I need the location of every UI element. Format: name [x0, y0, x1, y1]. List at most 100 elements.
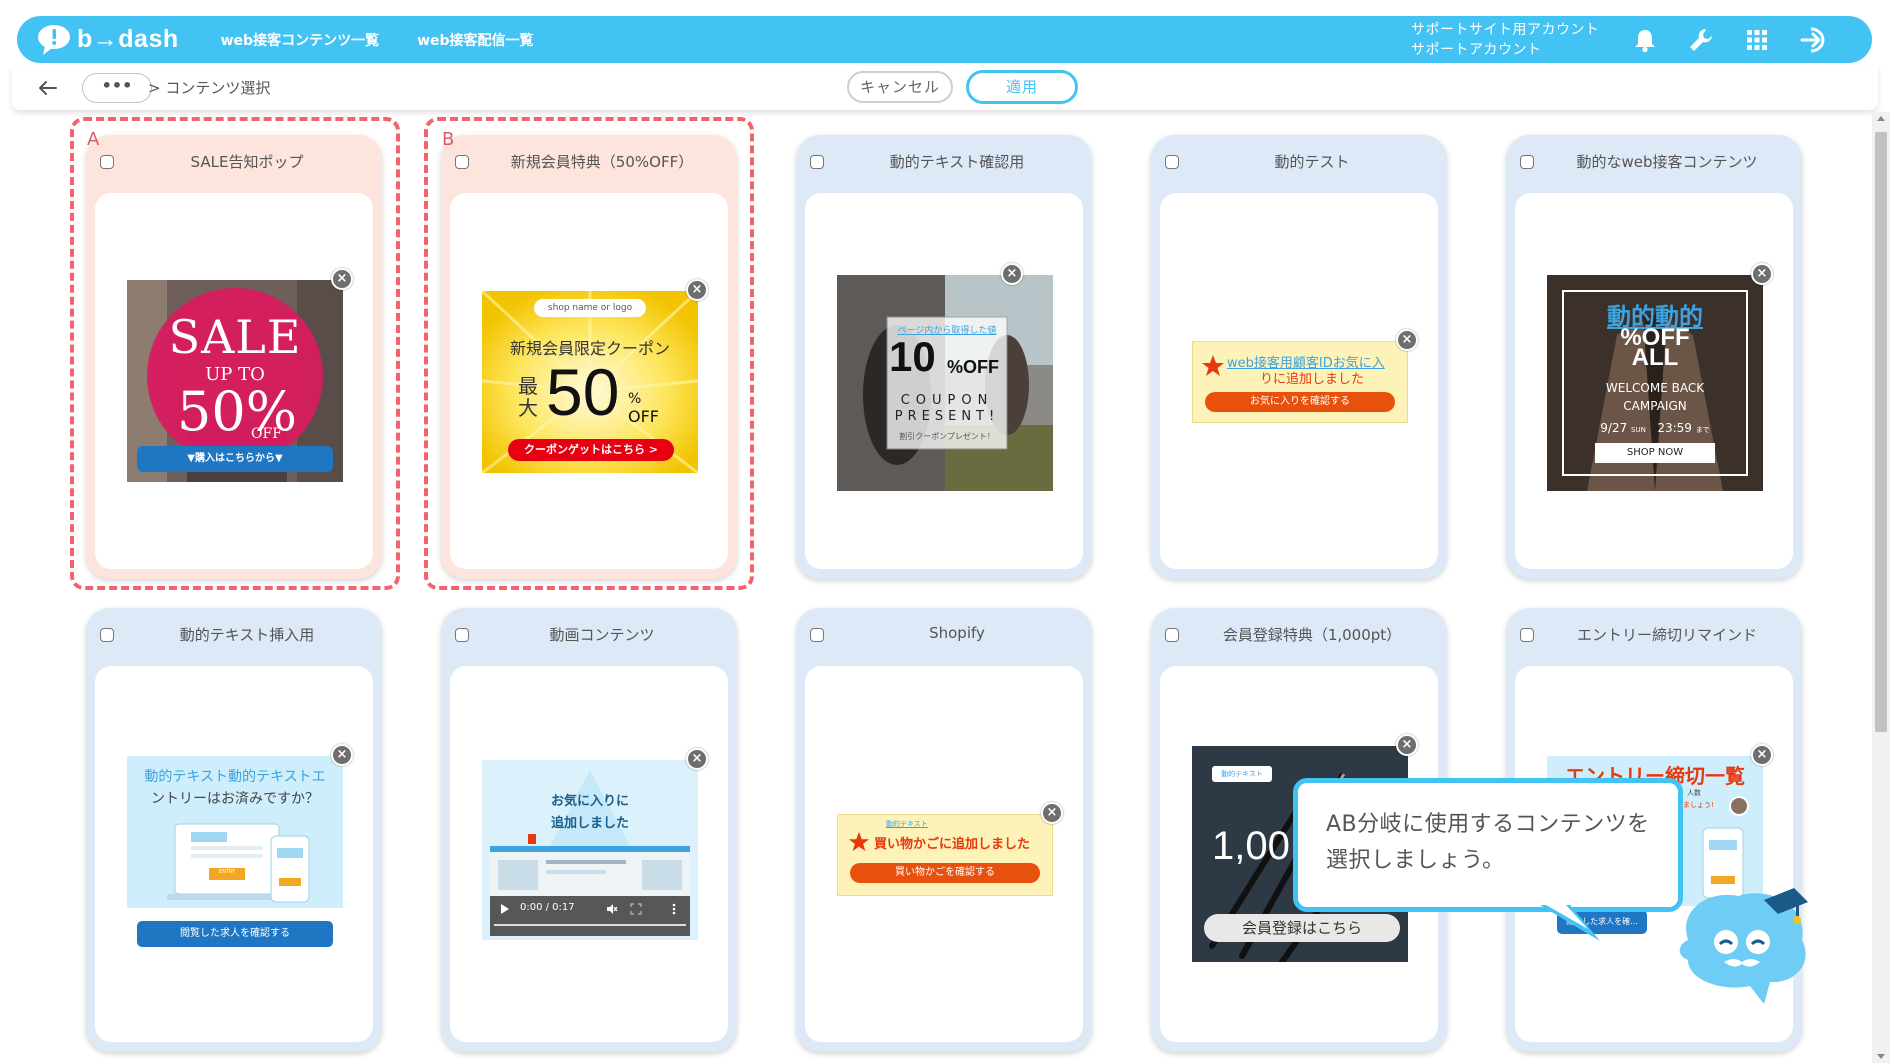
card-title: 動的テキスト挿入用: [179, 626, 315, 644]
entry-screen-button: ENTRY: [218, 869, 236, 875]
favorites-button[interactable]: お気に入りを確認する: [1205, 392, 1395, 412]
dyn-note: 割引クーポンプレゼント！: [899, 432, 995, 441]
breadcrumb-more-button[interactable]: •••: [82, 73, 152, 103]
close-icon[interactable]: ×: [1396, 329, 1418, 351]
card-preview: 動的動的 %OFF ALL WELCOME BACK CAMPAIGN 9/27…: [1515, 193, 1793, 569]
card-checkbox[interactable]: [810, 155, 824, 169]
close-icon[interactable]: ×: [1396, 734, 1418, 756]
avatar: [1729, 796, 1749, 816]
content-card-insert[interactable]: 動的テキスト挿入用 動的テキスト動的テキストエ ントリーはお済みですか？ ENT…: [86, 608, 382, 1052]
card-title: 動画コンテンツ: [549, 626, 655, 644]
card-title: 動的テキスト確認用: [889, 153, 1025, 171]
card-title: エントリー締切リマインド: [1576, 626, 1757, 644]
close-icon[interactable]: ×: [1751, 263, 1773, 285]
ab-label-a: A: [87, 129, 100, 150]
back-arrow-icon[interactable]: [36, 78, 58, 98]
view-cart-button[interactable]: 買い物かごを確認する: [850, 863, 1040, 883]
viewed-jobs-button[interactable]: 閲覧した求人を確認する: [137, 921, 333, 947]
close-icon[interactable]: ×: [331, 744, 353, 766]
wrench-icon[interactable]: [1687, 26, 1715, 54]
scrollbar-thumb[interactable]: [1875, 132, 1887, 732]
breadcrumb: > コンテンツ選択: [148, 79, 271, 97]
apply-button[interactable]: 適用: [966, 70, 1078, 104]
close-icon[interactable]: ×: [1751, 744, 1773, 766]
logout-icon[interactable]: [1799, 25, 1831, 55]
entry-pill: ましょう!: [1683, 801, 1714, 809]
card-checkbox[interactable]: [1165, 628, 1179, 642]
insert-line2: ントリーはお済みですか？: [151, 791, 319, 807]
dyn-number: 10: [889, 333, 936, 380]
video-line2: 追加しました: [550, 816, 629, 831]
close-icon[interactable]: ×: [1001, 263, 1023, 285]
card-title: 動的テスト: [1274, 153, 1350, 171]
grid-icon[interactable]: [1743, 26, 1771, 54]
tooltip-line2: 選択しましょう。: [1326, 848, 1505, 873]
video-banner: お気に入りに 追加しました 0:00 / 0:17: [482, 760, 698, 940]
nav-contents-list[interactable]: web接客コンテンツ一覧: [221, 30, 379, 50]
card-preview: 動的テキスト 買い物かごに追加しました 買い物かごを確認する ×: [805, 666, 1083, 1042]
close-icon[interactable]: ×: [686, 748, 708, 770]
dyn-web-campaign: CAMPAIGN: [1623, 399, 1687, 413]
top-navbar: b→dash web接客コンテンツ一覧 web接客配信一覧 サポートサイト用アカ…: [17, 16, 1872, 63]
scrollbar[interactable]: [1872, 112, 1890, 1063]
entry-sub: 人数: [1687, 789, 1701, 797]
dyn-web-all: ALL: [1631, 344, 1679, 371]
card-checkbox[interactable]: [810, 628, 824, 642]
mascot-icon: [1679, 888, 1808, 1004]
scroll-up-icon[interactable]: [1877, 116, 1885, 121]
shopify-small-text: 動的テキスト: [886, 820, 928, 828]
content-card-dyn-text[interactable]: 動的テキスト確認用 ページ内から取得した値 10 %OFF COUPON PRE…: [796, 135, 1092, 579]
dyn-pct-off: %OFF: [947, 357, 999, 377]
card-checkbox[interactable]: [1520, 155, 1534, 169]
video-time: 0:00 / 0:17: [520, 902, 575, 913]
content-card-shopify[interactable]: Shopify 動的テキスト 買い物かごに追加しました 買い物かごを確認する ×: [796, 608, 1092, 1052]
account-info[interactable]: サポートサイト用アカウント サポートアカウント: [1411, 20, 1600, 60]
card-checkbox[interactable]: [455, 628, 469, 642]
ab-label-b: B: [442, 129, 455, 150]
tooltip-line1: AB分岐に使用するコンテンツを: [1326, 812, 1650, 837]
ab-frame-a: [70, 117, 400, 590]
close-icon[interactable]: ×: [1041, 802, 1063, 824]
dyn-web-welcome: WELCOME BACK: [1605, 381, 1705, 395]
video-line1: お気に入りに: [550, 794, 629, 809]
content-card-video[interactable]: 動画コンテンツ お気に入りに 追加しました 0:00 / 0:17 ×: [441, 608, 737, 1052]
card-checkbox[interactable]: [1520, 628, 1534, 642]
dyn-text-banner: ページ内から取得した値 10 %OFF COUPON PRESENT! 割引クー…: [837, 275, 1053, 491]
dyn-test-banner: web接客用顧客IDお気に入 りに追加しました お気に入りを確認する: [1192, 341, 1408, 423]
card-preview: 動的テキスト動的テキストエ ントリーはお済みですか？ ENTRY 閲覧した求人を…: [95, 666, 373, 1042]
nav-delivery-list[interactable]: web接客配信一覧: [417, 30, 533, 50]
shopify-banner: 動的テキスト 買い物かごに追加しました 買い物かごを確認する: [837, 814, 1053, 896]
star-icon: [848, 831, 870, 852]
shop-now-button[interactable]: SHOP NOW: [1595, 443, 1715, 463]
member-signup-button[interactable]: 会員登録はこちら: [1204, 914, 1400, 942]
content-card-dyn-web[interactable]: 動的なweb接客コンテンツ 動的動的 %OFF ALL WELCOME BACK…: [1506, 135, 1802, 579]
card-title: 動的なweb接客コンテンツ: [1576, 153, 1758, 171]
guide-tooltip: AB分岐に使用するコンテンツを 選択しましょう。: [1293, 778, 1683, 912]
video-menu-icon[interactable]: [672, 903, 676, 915]
cart-added-text: 買い物かごに追加しました: [874, 837, 1031, 852]
card-checkbox[interactable]: [1165, 155, 1179, 169]
tooltip-tail: [1540, 905, 1600, 941]
content-card-dyn-test[interactable]: 動的テスト web接客用顧客IDお気に入 りに追加しました お気に入りを確認する…: [1151, 135, 1447, 579]
card-checkbox[interactable]: [100, 628, 114, 642]
devices-illustration: [167, 823, 310, 903]
card-title: 会員登録特典（1,000pt）: [1222, 626, 1402, 644]
card-title: Shopify: [929, 624, 985, 642]
cancel-button[interactable]: キャンセル: [847, 71, 953, 103]
dyn-coupon: COUPON: [900, 393, 994, 408]
play-icon[interactable]: [500, 904, 510, 914]
member-small-text: 動的テキスト: [1212, 766, 1272, 782]
card-preview: ページ内から取得した値 10 %OFF COUPON PRESENT! 割引クー…: [805, 193, 1083, 569]
insert-banner: 動的テキスト動的テキストエ ントリーはお済みですか？ ENTRY 閲覧した求人を…: [127, 756, 343, 950]
mute-icon[interactable]: [606, 903, 618, 915]
logo-icon: [38, 24, 70, 55]
logo[interactable]: b→dash: [35, 24, 179, 56]
dyn-web-banner: 動的動的 %OFF ALL WELCOME BACK CAMPAIGN 9/27…: [1547, 275, 1763, 491]
fullscreen-icon[interactable]: [630, 903, 642, 915]
card-preview: web接客用顧客IDお気に入 りに追加しました お気に入りを確認する ×: [1160, 193, 1438, 569]
bell-icon[interactable]: [1631, 26, 1659, 54]
dyn-text-banner-art: [837, 275, 1053, 491]
account-name: サポートアカウント: [1411, 42, 1542, 58]
member-points: 1,00: [1212, 824, 1290, 868]
scroll-down-icon[interactable]: [1877, 1054, 1885, 1059]
